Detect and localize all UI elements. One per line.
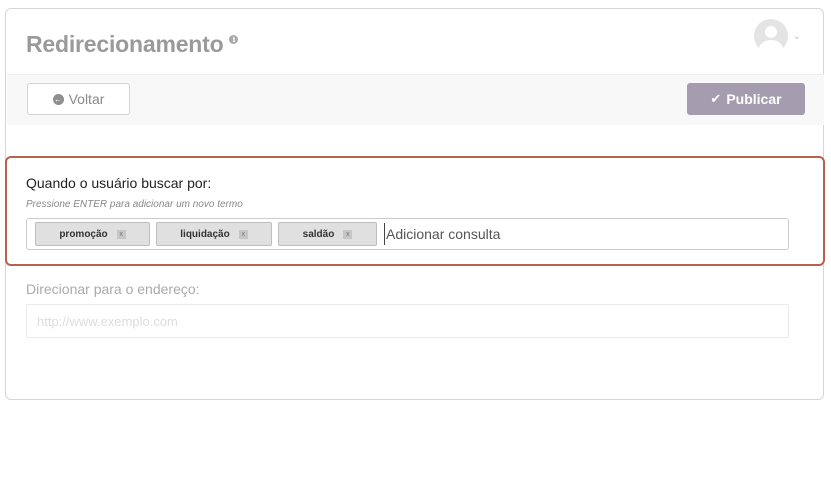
tag-label: saldão <box>302 228 335 240</box>
remove-tag-icon[interactable]: x <box>238 229 248 239</box>
back-button-label: Voltar <box>68 91 105 107</box>
avatar-icon[interactable] <box>753 19 788 53</box>
avatar-head <box>764 26 777 38</box>
toolbar: ← Voltar ✔ Publicar <box>7 74 824 125</box>
remove-tag-icon[interactable]: x <box>116 229 126 239</box>
redirect-url-label: Direcionar para o endereço: <box>26 281 200 297</box>
publish-button[interactable]: ✔ Publicar <box>687 83 805 115</box>
tag-saldao[interactable]: saldão x <box>278 222 377 246</box>
tag-label: liquidação <box>180 228 230 240</box>
check-icon: ✔ <box>710 91 722 107</box>
tag-label: promoção <box>59 228 108 240</box>
redirect-url-input[interactable] <box>26 304 789 338</box>
avatar-body <box>758 40 783 53</box>
chevron-down-icon[interactable]: ⌄ <box>793 31 801 42</box>
tag-input-field[interactable]: promoção x liquidação x saldão x <box>26 218 789 250</box>
user-menu[interactable]: ⌄ <box>753 19 801 53</box>
search-terms-label: Quando o usuário buscar por: <box>26 175 212 191</box>
title-row: Redirecionamento i <box>26 31 239 58</box>
add-query-input[interactable] <box>384 223 788 245</box>
tag-promocao[interactable]: promoção x <box>35 222 150 246</box>
back-button[interactable]: ← Voltar <box>27 83 130 115</box>
circle-arrow-left-icon: ← <box>52 93 64 105</box>
info-icon[interactable]: i <box>229 35 239 44</box>
tag-liquidacao[interactable]: liquidação x <box>156 222 272 246</box>
page-title: Redirecionamento <box>26 31 224 57</box>
search-terms-section: Quando o usuário buscar por: Pressione E… <box>5 156 825 266</box>
search-terms-hint: Pressione ENTER para adicionar um novo t… <box>26 199 243 210</box>
remove-tag-icon[interactable]: x <box>343 229 353 239</box>
publish-button-label: Publicar <box>726 91 782 107</box>
